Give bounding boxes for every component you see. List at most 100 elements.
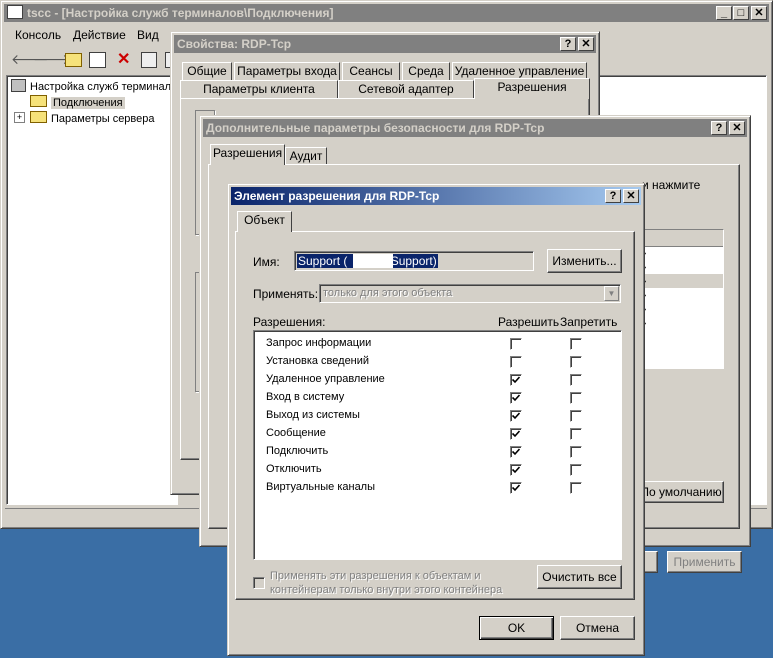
advanced-title: Дополнительные параметры безопасности дл… (206, 121, 545, 135)
tree-expand-icon[interactable]: + (14, 112, 25, 123)
close-button[interactable]: ✕ (751, 6, 767, 20)
change-button[interactable]: Изменить... (547, 249, 622, 273)
permission-row: Запрос информации (254, 335, 621, 353)
tree-item-server-settings[interactable]: Параметры сервера (30, 111, 155, 125)
deny-checkbox[interactable] (570, 428, 582, 440)
list-row-selected[interactable] (641, 274, 723, 288)
ok-button[interactable]: OK (479, 616, 554, 640)
entry-title: Элемент разрешения для RDP-Tcp (234, 189, 440, 203)
name-label: Имя: (253, 255, 280, 269)
properties-icon[interactable] (141, 52, 157, 68)
up-folder-icon[interactable] (65, 53, 82, 67)
properties-title: Свойства: RDP-Tcp (177, 37, 292, 51)
show-tree-icon[interactable] (89, 52, 106, 68)
tree-root-label: Настройка служб терминалов (30, 81, 184, 93)
allow-checkbox[interactable] (510, 410, 522, 422)
menu-action[interactable]: Действие (73, 28, 126, 42)
permissions-label: Разрешения: (253, 315, 326, 329)
delete-icon[interactable]: ✕ (117, 49, 130, 69)
tab-permissions[interactable]: Разрешения (474, 78, 590, 99)
allow-checkbox[interactable] (510, 482, 522, 494)
deny-checkbox[interactable] (570, 356, 582, 368)
main-window-title: tscc - [Настройка служб терминалов\Подкл… (27, 6, 334, 20)
name-field[interactable]: Support ( \Support) (294, 251, 534, 271)
allow-checkbox[interactable] (510, 446, 522, 458)
allow-checkbox[interactable] (510, 392, 522, 404)
minimize-button[interactable]: _ (716, 6, 732, 20)
permission-row: Сообщение (254, 425, 621, 443)
permission-row: Удаленное управление (254, 371, 621, 389)
inherit-line1: Применять эти разрешения к объектам и (270, 570, 481, 582)
menu-console[interactable]: Консоль (15, 28, 61, 42)
menu-view[interactable]: Вид (137, 28, 159, 42)
permission-name: Отключить (266, 463, 322, 475)
permission-name: Выход из системы (266, 409, 360, 421)
tree-root[interactable]: Настройка служб терминалов (11, 79, 183, 93)
inherit-checkbox (253, 577, 265, 589)
permission-name: Запрос информации (266, 337, 372, 349)
tree-item-connections[interactable]: Подключения (30, 95, 125, 109)
apply-button: Применить (667, 551, 742, 573)
apply-to-label: Применять: (253, 287, 319, 301)
tree-item-connections-label: Подключения (51, 97, 125, 109)
allow-checkbox[interactable] (510, 374, 522, 386)
allow-checkbox[interactable] (510, 338, 522, 350)
maximize-button[interactable]: □ (733, 6, 749, 20)
tab-environment[interactable]: Среда (402, 62, 450, 80)
toolbar: 🡐 🡒 ✕ (7, 51, 177, 71)
tab-audit[interactable]: Аудит (285, 147, 327, 165)
deny-checkbox[interactable] (570, 410, 582, 422)
advanced-help-button[interactable]: ? (711, 121, 727, 135)
cancel-button[interactable]: Отмена (560, 616, 635, 640)
deny-checkbox[interactable] (570, 482, 582, 494)
clear-all-button[interactable]: Очистить все (537, 565, 622, 589)
deny-checkbox[interactable] (570, 374, 582, 386)
deny-checkbox[interactable] (570, 392, 582, 404)
entry-close-button[interactable]: ✕ (623, 189, 639, 203)
permissions-list[interactable]: Запрос информации Установка сведений Удале… (253, 330, 622, 560)
tab-client-settings[interactable]: Параметры клиента (180, 80, 338, 98)
permission-name: Виртуальные каналы (266, 481, 376, 493)
permission-entries-list[interactable]: ›››››› (640, 229, 724, 369)
deny-checkbox[interactable] (570, 464, 582, 476)
permission-row: Выход из системы (254, 407, 621, 425)
permission-row: Подключить (254, 443, 621, 461)
apply-to-select: только для этого объекта ▼ (319, 284, 621, 303)
deny-checkbox[interactable] (570, 338, 582, 350)
computer-icon (11, 79, 26, 92)
deny-checkbox[interactable] (570, 446, 582, 458)
tab-logon-settings[interactable]: Параметры входа (234, 62, 340, 80)
allow-checkbox[interactable] (510, 428, 522, 440)
tab-general[interactable]: Общие (182, 62, 232, 80)
properties-help-button[interactable]: ? (560, 37, 576, 51)
default-button[interactable]: По умолчанию (638, 481, 724, 503)
permission-name: Подключить (266, 445, 329, 457)
tree-item-server-settings-label: Параметры сервера (51, 113, 155, 125)
main-title-bar[interactable]: tscc - [Настройка служб терминалов\Подкл… (4, 4, 769, 22)
allow-checkbox[interactable] (510, 356, 522, 368)
entry-help-button[interactable]: ? (605, 189, 621, 203)
tab-object[interactable]: Объект (237, 211, 292, 232)
permission-row: Отключить (254, 461, 621, 479)
entry-title-bar[interactable]: Элемент разрешения для RDP-Tcp (231, 187, 641, 205)
permission-row: Вход в систему (254, 389, 621, 407)
folder-icon (30, 95, 47, 107)
advanced-title-bar[interactable]: Дополнительные параметры безопасности дл… (203, 119, 747, 137)
redacted-block (353, 254, 393, 268)
permission-row: Установка сведений (254, 353, 621, 371)
deny-header: Запретить (560, 315, 618, 329)
properties-title-bar[interactable]: Свойства: RDP-Tcp (174, 35, 596, 53)
tab-network-adapter[interactable]: Сетевой адаптер (338, 80, 474, 98)
chevron-down-icon: ▼ (604, 286, 619, 301)
tab-adv-permissions[interactable]: Разрешения (210, 144, 285, 165)
permission-name: Удаленное управление (266, 373, 385, 385)
advanced-hint-text: и нажмите (642, 178, 701, 192)
inherit-line2: контейнерам только внутри этого контейне… (270, 584, 503, 596)
tab-sessions[interactable]: Сеансы (342, 62, 400, 80)
permission-entry-dialog: Элемент разрешения для RDP-Tcp ? ✕ Объек… (227, 183, 645, 656)
tree-pane (6, 75, 178, 505)
advanced-close-button[interactable]: ✕ (729, 121, 745, 135)
permission-name: Установка сведений (266, 355, 370, 367)
properties-close-button[interactable]: ✕ (578, 37, 594, 51)
allow-checkbox[interactable] (510, 464, 522, 476)
